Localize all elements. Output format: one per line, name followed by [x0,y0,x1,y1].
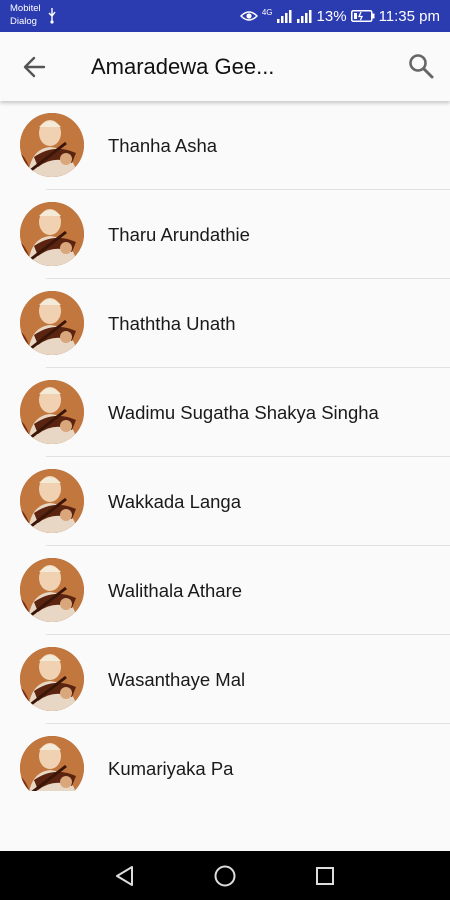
square-recents-icon[interactable] [312,863,338,889]
song-title: Thaththa Unath [108,312,236,334]
artist-avatar [20,469,84,533]
list-item[interactable]: Wadimu Sugatha Shakya Singha [0,368,450,457]
song-title: Wakkada Langa [108,490,242,512]
list-item[interactable]: Walithala Athare [0,546,450,635]
artist-avatar [20,647,84,711]
song-title: Wadimu Sugatha Shakya Singha [108,401,379,423]
list-item[interactable]: Wakkada Langa [0,457,450,546]
artist-avatar [20,202,84,266]
signal-icon [276,10,292,23]
search-icon[interactable] [407,52,435,80]
list-item[interactable]: Thanha Asha [0,101,450,190]
list-item[interactable]: Thaththa Unath [0,279,450,368]
clock: 11:35 pm [378,7,440,25]
navigation-bar [0,851,450,900]
battery-icon [350,10,375,22]
artist-avatar [20,736,84,791]
signal-icon-2 [296,10,312,23]
song-title: Kumariyaka Pa [108,757,234,779]
artist-avatar [20,380,84,444]
page-title: Amaradewa Gee... [91,54,275,79]
song-title: Thanha Asha [108,134,218,156]
circle-home-icon[interactable] [212,863,238,889]
carrier-line-2: Dialog [10,16,37,27]
network-type-label: 4G [261,7,273,17]
list-item[interactable]: Tharu Arundathie [0,190,450,279]
carrier-label: Mobitel Dialog [10,2,41,28]
usb-icon [48,8,56,24]
artist-avatar [20,558,84,622]
carrier-line-1: Mobitel [10,3,41,14]
song-title: Tharu Arundathie [108,223,250,245]
status-icons: 4G 13% 11:35 pm [239,0,440,32]
eye-icon [239,11,258,21]
song-title: Wasanthaye Mal [108,668,246,690]
arrow-left-icon[interactable] [22,54,48,80]
song-list: Thanha Asha Tharu Arundathie Thaththa Un… [0,101,450,791]
status-bar: Mobitel Dialog 4G 13% 11:35 pm [0,0,450,32]
app-bar: Amaradewa Gee... [0,32,450,101]
artist-avatar [20,291,84,355]
artist-avatar [20,113,84,177]
list-item[interactable]: Wasanthaye Mal [0,635,450,724]
list-item[interactable]: Kumariyaka Pa [0,724,450,791]
battery-percent: 13% [316,7,347,25]
triangle-back-icon[interactable] [112,863,138,889]
song-title: Walithala Athare [108,579,243,601]
